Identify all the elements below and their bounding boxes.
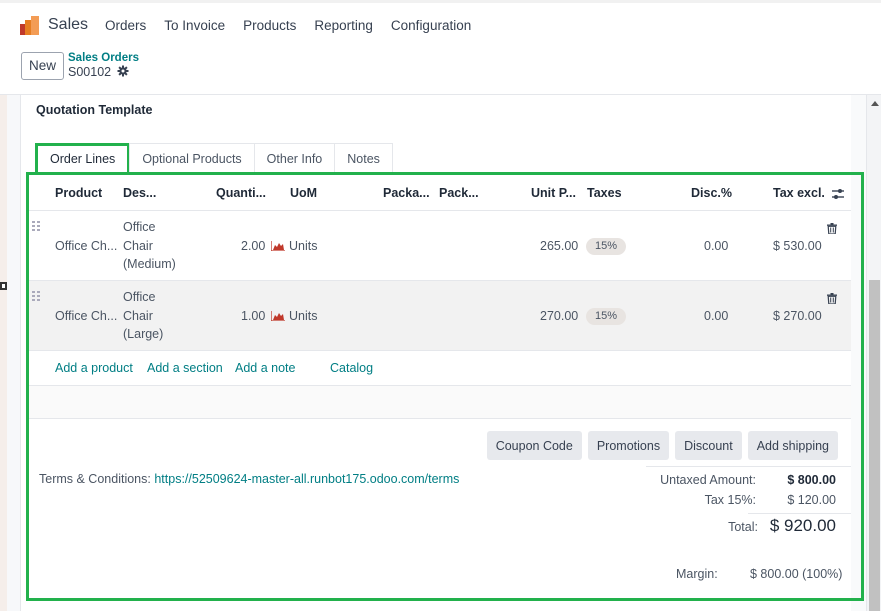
terms-label: Terms & Conditions: [39, 472, 151, 486]
record-name: S00102 [68, 65, 112, 79]
add-shipping-button[interactable]: Add shipping [747, 431, 838, 460]
promotions-button[interactable]: Promotions [587, 431, 670, 460]
line-tax[interactable]: 15% [586, 308, 627, 325]
tab-notes[interactable]: Notes [334, 143, 393, 173]
line-unit-price[interactable]: 270.00 [540, 309, 578, 323]
add-line-row: Add a product Add a section Add a note C… [29, 351, 851, 386]
col-discount[interactable]: Disc.% [691, 186, 732, 200]
drag-handle-icon[interactable] [32, 221, 41, 232]
empty-row [29, 386, 851, 419]
menu-configuration[interactable]: Configuration [391, 18, 471, 33]
line-description[interactable]: Office Chair (Large) [123, 288, 163, 344]
top-rule [0, 0, 881, 3]
table-row[interactable]: Office Ch... Office Chair (Large) 1.00 U… [29, 281, 851, 351]
tax-label: Tax 15%: [704, 493, 756, 507]
col-quantity[interactable]: Quanti... [216, 186, 266, 200]
totals-summary: Untaxed Amount: $ 800.00 Tax 15%: $ 120.… [646, 466, 851, 541]
add-note-link[interactable]: Add a note [235, 361, 295, 375]
notebook-tabs: Order Lines Optional Products Other Info… [35, 143, 393, 173]
line-uom[interactable]: Units [270, 239, 317, 253]
add-product-link[interactable]: Add a product [55, 361, 133, 375]
optional-columns-icon[interactable] [831, 188, 845, 200]
col-product[interactable]: Product [55, 186, 102, 200]
line-description[interactable]: Office Chair (Medium) [123, 218, 176, 274]
tab-other-info[interactable]: Other Info [253, 143, 336, 173]
resize-handle[interactable] [0, 282, 7, 290]
breadcrumb: Sales Orders S00102 [68, 52, 139, 80]
order-actions: Coupon Code Promotions Discount Add ship… [486, 431, 838, 460]
forecast-chart-icon[interactable] [270, 240, 285, 252]
line-subtotal: $ 530.00 [773, 239, 822, 253]
app-name[interactable]: Sales [48, 16, 88, 34]
col-unit-price[interactable]: Unit P... [531, 186, 576, 200]
tax-badge: 15% [586, 308, 627, 325]
add-section-link[interactable]: Add a section [147, 361, 223, 375]
line-product[interactable]: Office Ch... [55, 309, 117, 323]
col-packaging-qty[interactable]: Packa... [383, 186, 430, 200]
tab-optional-products[interactable]: Optional Products [129, 143, 255, 173]
left-gutter [7, 95, 21, 611]
col-subtotal[interactable]: Tax excl. [773, 186, 825, 200]
left-background [0, 95, 7, 611]
total-label: Total: [728, 520, 758, 534]
col-taxes[interactable]: Taxes [587, 186, 622, 200]
gear-icon[interactable] [117, 65, 129, 80]
drag-handle-icon[interactable] [32, 291, 41, 302]
control-panel: New Sales Orders S00102 [21, 52, 139, 80]
margin-label: Margin: [676, 567, 718, 581]
untaxed-value: $ 800.00 [787, 473, 836, 487]
untaxed-amount-row: Untaxed Amount: $ 800.00 [646, 473, 851, 493]
table-row[interactable]: Office Ch... Office Chair (Medium) 2.00 … [29, 211, 851, 281]
margin-value: $ 800.00 (100%) [750, 567, 843, 581]
new-button[interactable]: New [21, 52, 65, 80]
line-subtotal: $ 270.00 [773, 309, 822, 323]
terms-link[interactable]: https://52509624-master-all.runbot175.od… [154, 472, 459, 486]
line-discount[interactable]: 0.00 [704, 309, 728, 323]
scroll-up-arrow-icon[interactable] [871, 101, 879, 106]
line-quantity[interactable]: 1.00 [241, 309, 265, 323]
tab-order-lines[interactable]: Order Lines [35, 143, 131, 173]
scroll-thumb[interactable] [869, 280, 880, 611]
line-unit-price[interactable]: 265.00 [540, 239, 578, 253]
tax-value: $ 120.00 [787, 493, 836, 507]
discount-button[interactable]: Discount [675, 431, 742, 460]
tax-row: Tax 15%: $ 120.00 [646, 493, 851, 513]
line-quantity[interactable]: 2.00 [241, 239, 265, 253]
breadcrumb-sales-orders[interactable]: Sales Orders [68, 52, 139, 65]
delete-line-icon[interactable] [827, 293, 837, 305]
table-header: Product Des... Quanti... UoM Packa... Pa… [29, 176, 851, 211]
line-uom[interactable]: Units [270, 309, 317, 323]
menu-to-invoice[interactable]: To Invoice [164, 18, 225, 33]
line-tax[interactable]: 15% [586, 238, 627, 255]
col-description[interactable]: Des... [123, 186, 156, 200]
line-discount[interactable]: 0.00 [704, 239, 728, 253]
delete-line-icon[interactable] [827, 223, 837, 235]
menu-products[interactable]: Products [243, 18, 296, 33]
total-row: Total: $ 920.00 [728, 513, 851, 541]
untaxed-label: Untaxed Amount: [660, 473, 756, 487]
sales-app-icon[interactable] [20, 15, 40, 35]
menu-reporting[interactable]: Reporting [314, 18, 373, 33]
col-packaging[interactable]: Pack... [439, 186, 479, 200]
total-value: $ 920.00 [769, 516, 836, 535]
coupon-code-button[interactable]: Coupon Code [486, 431, 582, 460]
vertical-scrollbar[interactable] [866, 95, 881, 611]
breadcrumb-current: S00102 [68, 65, 139, 80]
main-menu: Sales Orders To Invoice Products Reporti… [20, 13, 489, 37]
forecast-chart-icon[interactable] [270, 310, 285, 322]
quotation-template-label: Quotation Template [36, 103, 153, 117]
tax-badge: 15% [586, 238, 627, 255]
terms-conditions: Terms & Conditions: https://52509624-mas… [39, 472, 459, 486]
menu-orders[interactable]: Orders [105, 18, 146, 33]
line-product[interactable]: Office Ch... [55, 239, 117, 253]
catalog-link[interactable]: Catalog [330, 361, 373, 375]
top-navbar: Sales Orders To Invoice Products Reporti… [0, 0, 881, 95]
order-lines-table: Product Des... Quanti... UoM Packa... Pa… [29, 176, 851, 419]
col-uom[interactable]: UoM [290, 186, 317, 200]
